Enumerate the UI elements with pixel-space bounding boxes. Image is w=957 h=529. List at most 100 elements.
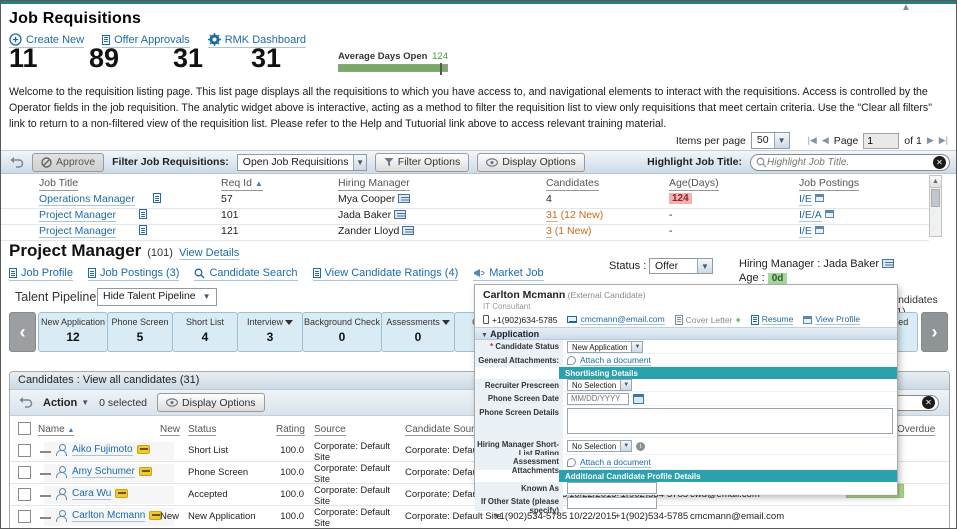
- col-candidates[interactable]: Candidates: [546, 177, 599, 191]
- undo-arrow-icon[interactable]: [9, 156, 24, 169]
- open-window-icon[interactable]: [815, 194, 824, 202]
- last-page-icon[interactable]: ▶|: [939, 135, 948, 146]
- status-select[interactable]: Offer ▼: [649, 258, 713, 274]
- stage-short-list[interactable]: Short List4: [172, 312, 238, 352]
- approve-button[interactable]: Approve: [32, 153, 104, 172]
- scroll-thumb[interactable]: [931, 189, 940, 207]
- stat-open-reqs[interactable]: 11: [9, 43, 38, 74]
- display-options-button[interactable]: Display Options: [157, 393, 265, 412]
- recruiter-prescreen-row: Recruiter Prescreen No Selection▼: [475, 379, 897, 392]
- col-job-postings[interactable]: Job Postings: [799, 177, 859, 191]
- requisition-row[interactable]: Project Manager 121 Zander Lloyd 3 (1 Ne…: [1, 225, 929, 241]
- application-section-header[interactable]: ▼ Application: [475, 327, 897, 340]
- page-number-input[interactable]: [863, 133, 899, 149]
- tab-candidate-search[interactable]: Candidate Search: [194, 267, 297, 281]
- prev-page-icon[interactable]: ◀: [822, 135, 829, 146]
- candidate-status-select[interactable]: New Application▼: [567, 341, 643, 353]
- other-state-input[interactable]: [567, 497, 657, 509]
- stage-interview[interactable]: Interview3: [237, 312, 303, 352]
- clear-search-icon[interactable]: ✕: [922, 396, 935, 409]
- display-options-button[interactable]: Display Options: [477, 153, 585, 172]
- highlight-job-title-search[interactable]: ✕: [750, 154, 950, 171]
- tab-job-postings[interactable]: Job Postings (3): [88, 267, 179, 281]
- row-checkbox[interactable]: [18, 488, 31, 501]
- average-days-open-widget[interactable]: Average Days Open 124: [338, 51, 448, 72]
- highlight-job-title-input[interactable]: [767, 157, 933, 168]
- candidate-email-link: cmcmann@email.com: [580, 314, 664, 325]
- select-all-checkbox[interactable]: [18, 422, 31, 435]
- requisition-table-scrollbar[interactable]: ▲: [929, 175, 942, 237]
- job-title-link[interactable]: Project Manager: [39, 209, 116, 222]
- col-age-days[interactable]: Age(Days): [669, 177, 719, 191]
- action-menu-button[interactable]: Action▼: [43, 397, 89, 409]
- attach-document-link[interactable]: Attach a document: [580, 457, 651, 468]
- col-name[interactable]: Name ▲: [38, 424, 74, 436]
- hide-talent-pipeline-button[interactable]: Hide Talent Pipeline ▼: [97, 288, 217, 306]
- undo-arrow-icon[interactable]: [18, 396, 33, 409]
- hm-rating-select[interactable]: No Selection▼: [567, 440, 632, 452]
- stage-background-check[interactable]: Background Check0: [302, 312, 382, 352]
- document-icon: [88, 268, 96, 278]
- job-title-link[interactable]: Project Manager: [39, 225, 116, 238]
- col-req-id[interactable]: Req Id ▲: [221, 177, 263, 191]
- search-icon: [756, 157, 767, 168]
- attach-document-link[interactable]: Attach a document: [580, 355, 651, 366]
- stat-new-candidates[interactable]: 31: [173, 43, 203, 74]
- col-source[interactable]: Source: [314, 424, 346, 436]
- known-as-input[interactable]: [567, 482, 657, 494]
- job-doc-icon[interactable]: [139, 225, 147, 238]
- contact-card-icon[interactable]: [394, 210, 406, 219]
- candidate-contacts: +1(902)634-5785 cmcmann@email.com Cover …: [483, 314, 889, 325]
- requisition-row[interactable]: Project Manager 101 Jada Baker 31 (12 Ne…: [1, 209, 929, 225]
- phone-screen-date-input[interactable]: [567, 393, 629, 405]
- col-status[interactable]: Status: [188, 424, 216, 436]
- detail-header: Project Manager (101) View Details: [9, 241, 239, 261]
- add-cover-letter-icon[interactable]: +: [735, 315, 740, 325]
- requisition-filter-select[interactable]: Open Job Requisitions ▼: [237, 154, 367, 171]
- next-page-icon[interactable]: ▶: [927, 135, 934, 146]
- job-doc-icon[interactable]: [153, 193, 161, 206]
- calendar-icon[interactable]: [633, 394, 644, 404]
- megaphone-icon: [473, 268, 485, 278]
- col-new[interactable]: New: [160, 424, 180, 436]
- col-job-title[interactable]: Job Title: [39, 177, 78, 191]
- row-checkbox[interactable]: [18, 510, 31, 523]
- info-icon[interactable]: i: [636, 442, 645, 451]
- collapse-page-icon[interactable]: ▲: [898, 4, 914, 14]
- top-accent-bar: [1, 1, 956, 4]
- tab-job-profile[interactable]: Job Profile: [9, 267, 73, 281]
- first-page-icon[interactable]: |◀: [808, 135, 817, 146]
- scroll-up-icon[interactable]: ▲: [930, 176, 941, 188]
- stage-phone-screen[interactable]: Phone Screen5: [107, 312, 173, 352]
- contact-card-icon[interactable]: [398, 194, 410, 203]
- job-doc-icon[interactable]: [139, 209, 147, 222]
- pipeline-scroll-left-button[interactable]: ‹: [9, 312, 36, 352]
- open-window-icon[interactable]: [825, 210, 834, 218]
- row-checkbox[interactable]: [18, 466, 31, 479]
- view-details-link[interactable]: View Details: [179, 247, 239, 260]
- job-title-link[interactable]: Operations Manager: [39, 193, 135, 206]
- phone-screen-details-textarea[interactable]: [567, 408, 893, 434]
- col-rating[interactable]: Rating: [276, 424, 305, 436]
- filter-options-button[interactable]: Filter Options: [375, 153, 469, 172]
- contact-card-icon[interactable]: [882, 259, 894, 268]
- col-hiring-manager[interactable]: Hiring Manager: [338, 177, 410, 191]
- stage-new-application[interactable]: New Application12: [38, 312, 108, 352]
- tab-market-job[interactable]: Market Job: [473, 267, 543, 281]
- items-per-page-select[interactable]: 50 ▼: [751, 132, 790, 149]
- contact-card-icon[interactable]: [402, 226, 414, 235]
- page-title: Job Requisitions: [9, 10, 141, 28]
- stat-forwarded[interactable]: 31: [251, 43, 281, 74]
- requisition-row[interactable]: Operations Manager 57 Mya Cooper 4 124 I…: [1, 193, 929, 209]
- tab-view-candidate-ratings[interactable]: View Candidate Ratings (4): [313, 267, 459, 281]
- pipeline-scroll-right-button[interactable]: ›: [921, 312, 948, 352]
- resume-link: Resume: [762, 314, 794, 325]
- recruiter-prescreen-select[interactable]: No Selection▼: [567, 379, 632, 391]
- stat-total-candidates[interactable]: 89: [89, 43, 119, 74]
- clear-search-icon[interactable]: ✕: [933, 156, 946, 169]
- candidate-name-link: Cara Wu: [72, 488, 111, 500]
- open-window-icon[interactable]: [815, 226, 824, 234]
- col-overdue[interactable]: Overdue: [897, 424, 935, 436]
- stage-assessments[interactable]: Assessments0: [381, 312, 455, 352]
- row-checkbox[interactable]: [18, 444, 31, 457]
